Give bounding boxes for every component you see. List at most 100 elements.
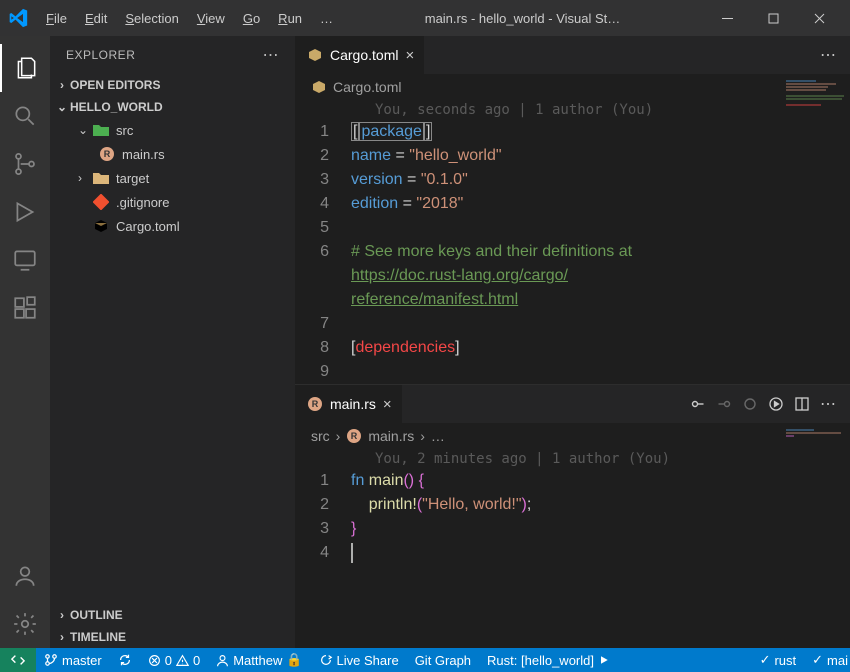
breadcrumb-bottom[interactable]: src › R main.rs › … <box>295 423 850 449</box>
go-back-icon[interactable] <box>690 394 706 414</box>
window-controls <box>704 0 842 36</box>
breadcrumb-top[interactable]: Cargo.toml <box>295 74 850 100</box>
lang-label: rust <box>774 653 796 668</box>
check-icon: ✓ <box>812 652 823 668</box>
tab-bar-top: Cargo.toml × ⋯ <box>295 36 850 74</box>
check-icon: ✓ <box>760 652 771 668</box>
warning-count: 0 <box>193 653 200 668</box>
menu-selection[interactable]: Selection <box>117 7 186 30</box>
sidebar-more-icon[interactable]: ⋯ <box>263 45 280 65</box>
project-section[interactable]: ⌄ HELLO_WORLD <box>50 96 295 118</box>
run-file-icon[interactable] <box>768 394 784 414</box>
menu-run[interactable]: Run <box>270 7 310 30</box>
branch-name: master <box>62 653 102 668</box>
editor-cargo[interactable]: 1[package] 2name = "hello_world" 3versio… <box>295 120 850 384</box>
tree-label: Cargo.toml <box>116 219 180 234</box>
tree-label: .gitignore <box>116 195 169 210</box>
history-icon[interactable] <box>742 394 758 414</box>
tab-cargotoml[interactable]: Cargo.toml × <box>295 36 424 74</box>
remote-explorer-icon[interactable] <box>0 236 50 284</box>
tree-folder-target[interactable]: › target <box>50 166 295 190</box>
editor-group-top: Cargo.toml × ⋯ Cargo.toml You, seconds a… <box>295 36 850 385</box>
tab-label: Cargo.toml <box>330 47 398 63</box>
menu-overflow[interactable]: … <box>312 7 341 30</box>
git-file-icon <box>92 193 110 211</box>
outline-section[interactable]: › OUTLINE <box>50 604 295 626</box>
rust-file-icon: R <box>307 396 323 412</box>
chevron-right-icon: › <box>336 428 341 444</box>
search-icon[interactable] <box>0 92 50 140</box>
settings-gear-icon[interactable] <box>0 600 50 648</box>
minimize-button[interactable] <box>704 0 750 36</box>
run-debug-icon[interactable] <box>0 188 50 236</box>
close-tab-icon[interactable]: × <box>405 47 414 64</box>
breadcrumb-item: Cargo.toml <box>333 79 401 95</box>
breadcrumb-item: … <box>431 428 445 444</box>
status-problems[interactable]: 0 0 <box>140 648 208 672</box>
menu-go[interactable]: Go <box>235 7 268 30</box>
outline-label: OUTLINE <box>70 608 123 622</box>
tail-label: mai <box>827 653 848 668</box>
maximize-button[interactable] <box>750 0 796 36</box>
remote-indicator[interactable] <box>0 648 36 672</box>
timeline-section[interactable]: › TIMELINE <box>50 626 295 648</box>
status-lang[interactable]: ✓ rust <box>752 648 805 672</box>
window-title: main.rs - hello_world - Visual St… <box>341 11 704 26</box>
editor-area: Cargo.toml × ⋯ Cargo.toml You, seconds a… <box>295 36 850 648</box>
breadcrumb-item: main.rs <box>368 428 414 444</box>
tab-mainrs[interactable]: R main.rs × <box>295 385 402 423</box>
timeline-label: TIMELINE <box>70 630 126 644</box>
go-forward-icon[interactable] <box>716 394 732 414</box>
svg-text:R: R <box>312 399 319 409</box>
status-bar: master 0 0 Matthew 🔒 Live Share Git Grap… <box>0 648 850 672</box>
status-sync[interactable] <box>110 648 140 672</box>
tree-label: src <box>116 123 133 138</box>
vscode-logo-icon <box>8 8 28 28</box>
menu-edit[interactable]: Edit <box>77 7 115 30</box>
close-button[interactable] <box>796 0 842 36</box>
project-name: HELLO_WORLD <box>70 100 163 114</box>
minimap-top[interactable] <box>786 80 846 110</box>
breadcrumb-item: src <box>311 428 330 444</box>
tree-label: main.rs <box>122 147 165 162</box>
extensions-icon[interactable] <box>0 284 50 332</box>
sidebar-title: EXPLORER <box>66 48 135 62</box>
menu-file[interactable]: File <box>38 7 75 30</box>
tree-label: target <box>116 171 149 186</box>
status-gitgraph[interactable]: Git Graph <box>407 648 479 672</box>
user-name: Matthew <box>233 653 282 668</box>
tree-file-mainrs[interactable]: R main.rs <box>50 142 295 166</box>
tree-file-gitignore[interactable]: › .gitignore <box>50 190 295 214</box>
chevron-right-icon: › <box>54 608 70 622</box>
editor-more-icon[interactable]: ⋯ <box>820 394 836 414</box>
folder-icon <box>92 169 110 187</box>
editor-more-icon[interactable]: ⋯ <box>820 45 836 65</box>
split-editor-icon[interactable] <box>794 394 810 414</box>
minimap-bottom[interactable] <box>786 429 846 459</box>
cargo-file-icon <box>311 79 327 95</box>
text-cursor <box>351 543 353 563</box>
status-tail[interactable]: ✓ mai <box>804 648 850 672</box>
sidebar: EXPLORER ⋯ › OPEN EDITORS ⌄ HELLO_WORLD … <box>50 36 295 648</box>
tab-label: main.rs <box>330 396 376 412</box>
status-liveshare[interactable]: Live Share <box>311 648 407 672</box>
editor-mainrs[interactable]: 1fn main() { 2 println!("Hello, world!")… <box>295 469 850 565</box>
source-control-icon[interactable] <box>0 140 50 188</box>
svg-text:R: R <box>351 431 358 441</box>
explorer-icon[interactable] <box>0 44 50 92</box>
accounts-icon[interactable] <box>0 552 50 600</box>
gitgraph-label: Git Graph <box>415 653 471 668</box>
file-tree: ⌄ src R main.rs › target › .gitignore › <box>50 118 295 604</box>
menu-view[interactable]: View <box>189 7 233 30</box>
open-editors-label: OPEN EDITORS <box>70 78 160 92</box>
status-rust-analyzer[interactable]: Rust: [hello_world] <box>479 648 618 672</box>
git-blame-bottom: You, 2 minutes ago | 1 author (You) <box>295 449 850 469</box>
close-tab-icon[interactable]: × <box>383 396 392 413</box>
cargo-file-icon <box>92 217 110 235</box>
open-editors-section[interactable]: › OPEN EDITORS <box>50 74 295 96</box>
tree-file-cargotoml[interactable]: › Cargo.toml <box>50 214 295 238</box>
status-user[interactable]: Matthew 🔒 <box>208 648 310 672</box>
status-branch[interactable]: master <box>36 648 110 672</box>
tree-folder-src[interactable]: ⌄ src <box>50 118 295 142</box>
git-blame-top: You, seconds ago | 1 author (You) <box>295 100 850 120</box>
